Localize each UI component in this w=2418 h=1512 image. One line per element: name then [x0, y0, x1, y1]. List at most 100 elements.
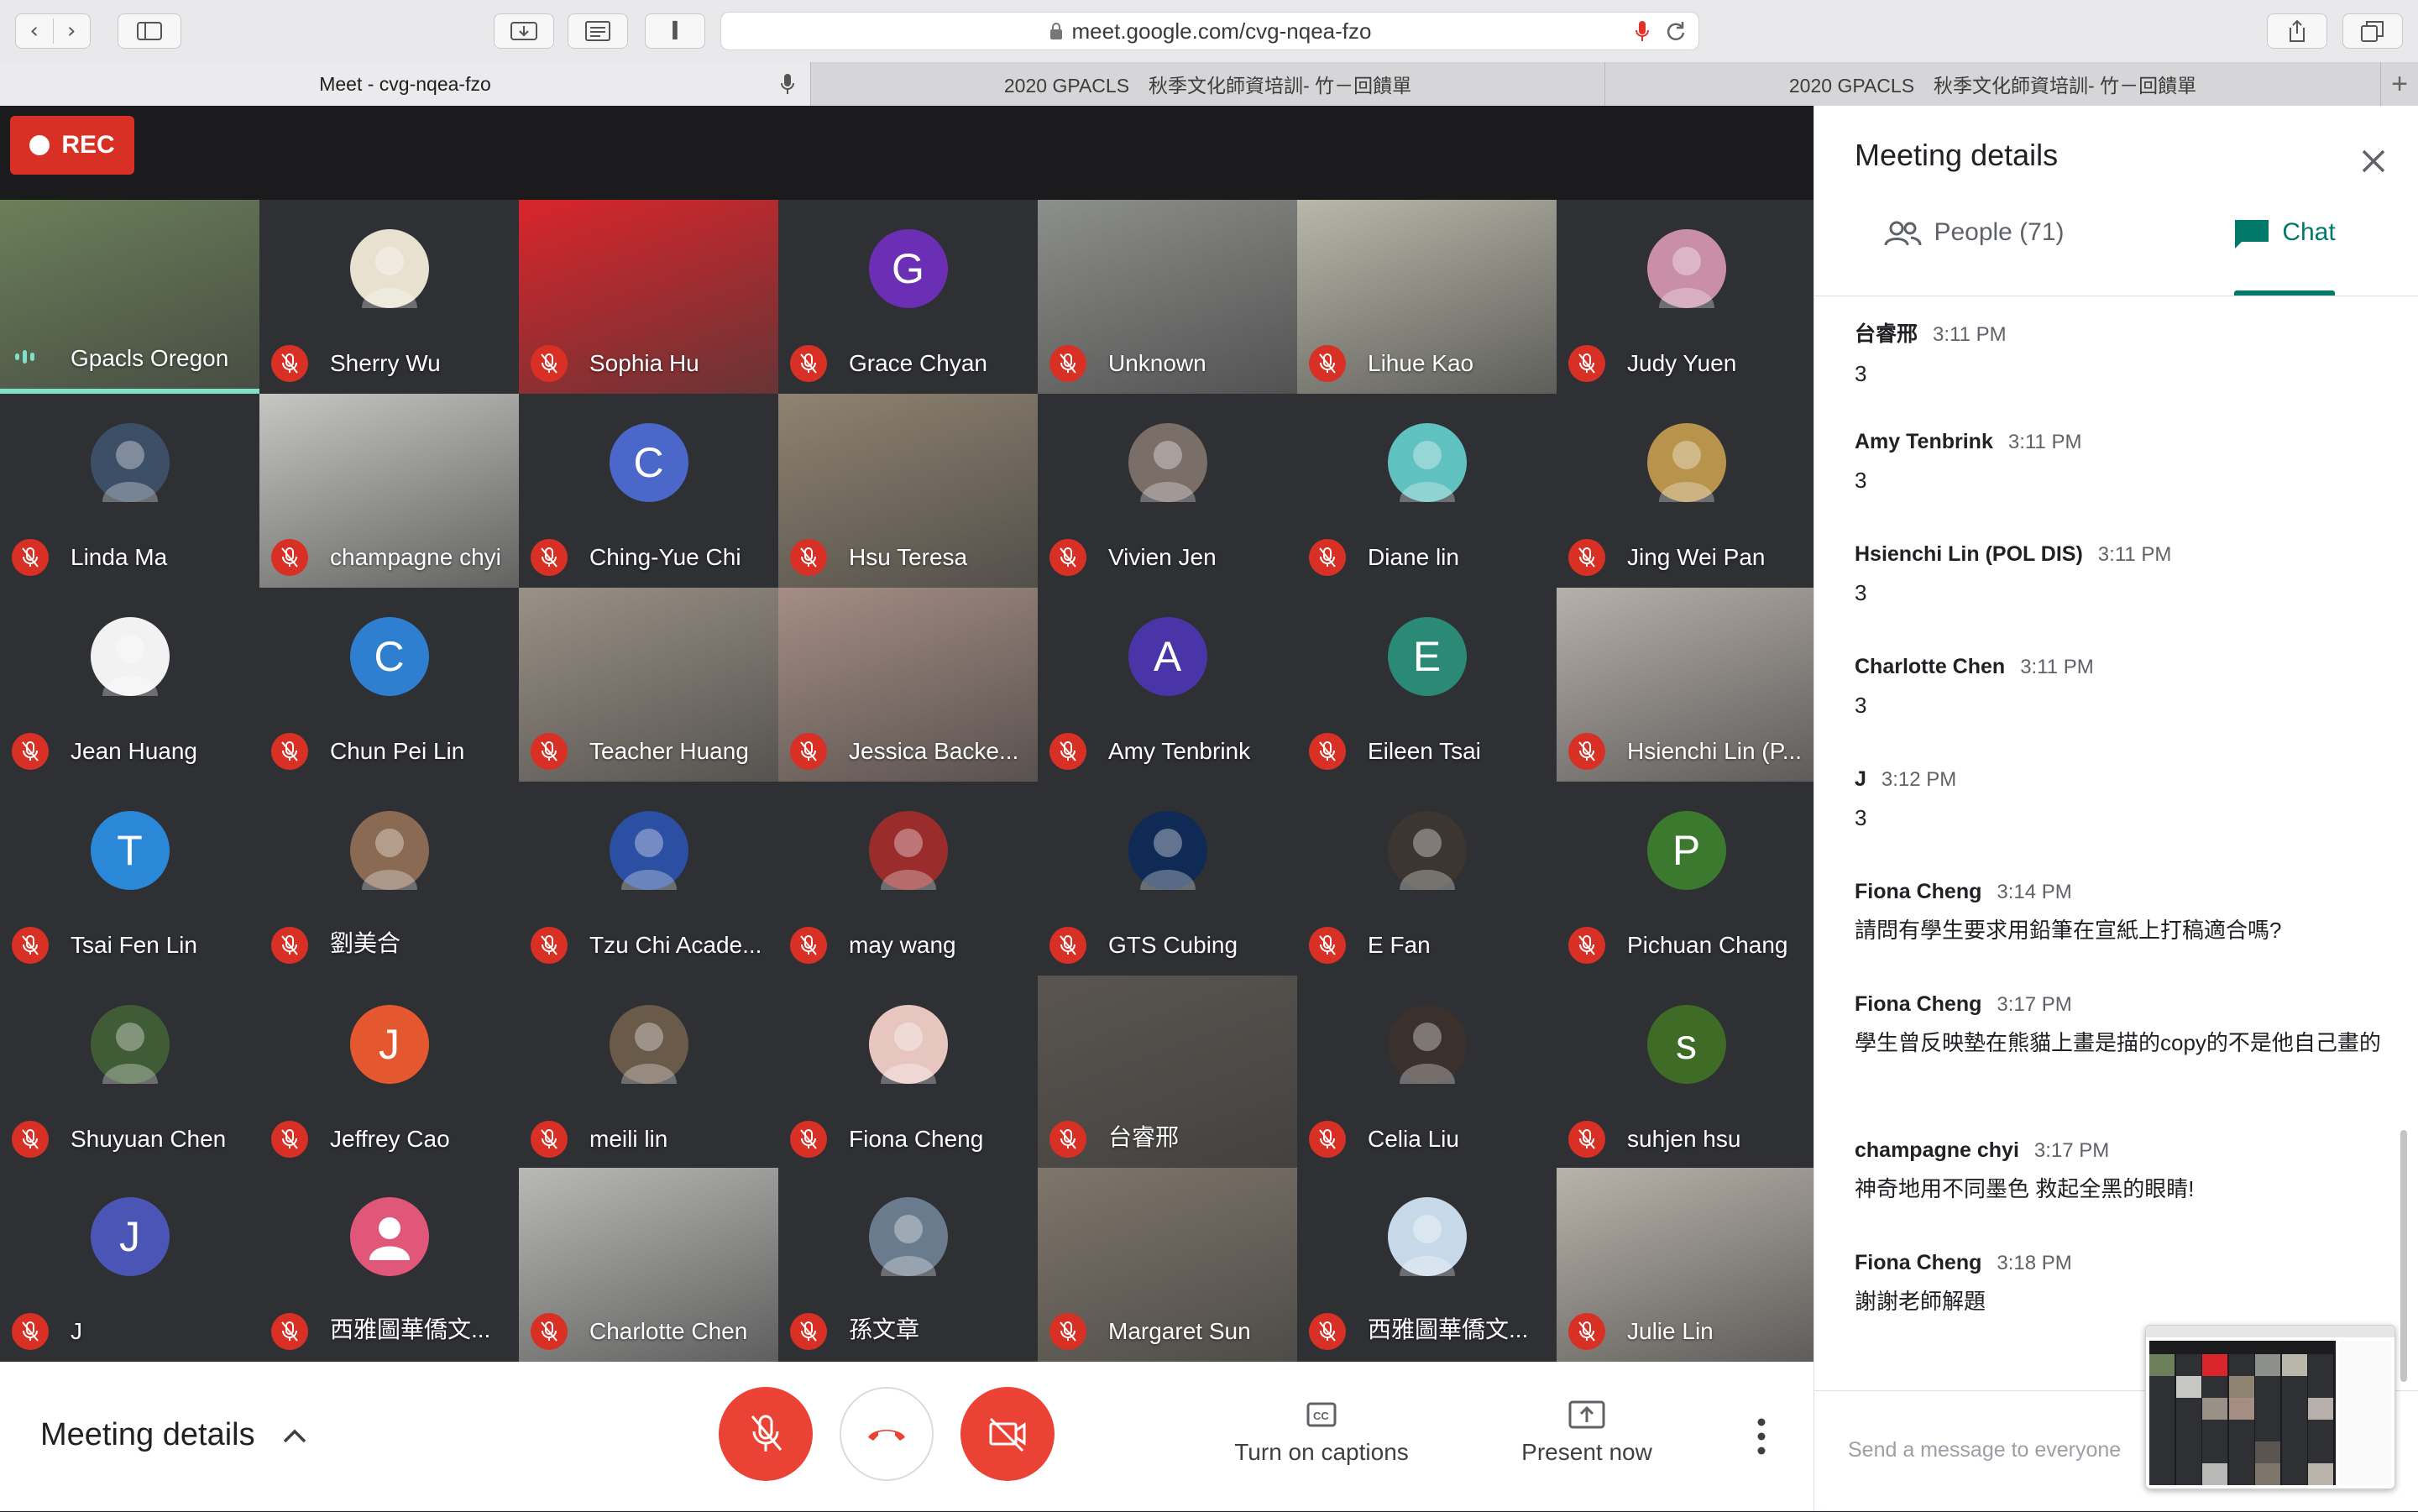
muted-mic-badge [790, 1313, 827, 1350]
participant-tile[interactable]: Teacher Huang [519, 588, 778, 782]
participant-tile[interactable]: P Pichuan Chang [1557, 782, 1816, 976]
camera-toggle-button[interactable] [960, 1387, 1055, 1481]
participant-tile[interactable]: C Chun Pei Lin [259, 588, 519, 782]
tab-audio-mic-icon[interactable] [781, 73, 794, 95]
chat-message: Fiona Cheng 3:14 PM 請問有學生要求用鉛筆在宣紙上打稿適合嗎? [1855, 880, 2384, 946]
tab-feedback-1[interactable]: 2020 GPACLS 秋季文化師資培訓- 竹－回饋單 [811, 62, 1605, 106]
participant-tile[interactable]: Sophia Hu [519, 200, 778, 394]
sidebar-toggle-button[interactable] [118, 13, 181, 49]
participant-tile[interactable]: GTS Cubing [1038, 782, 1297, 976]
text-cursor-button[interactable]: I [645, 13, 705, 49]
participant-tile[interactable]: Vivien Jen [1038, 394, 1297, 588]
participant-tile[interactable]: 西雅圖華僑文... [1297, 1168, 1557, 1362]
muted-mic-badge [531, 1313, 568, 1350]
participant-name: Ching-Yue Chi [589, 544, 741, 570]
tab-meet[interactable]: Meet - cvg-nqea-fzo [0, 62, 811, 106]
participant-tile[interactable]: Celia Liu [1297, 976, 1557, 1169]
participant-tile[interactable]: meili lin [519, 976, 778, 1169]
chat-text: 請問有學生要求用鉛筆在宣紙上打稿適合嗎? [1855, 918, 2282, 943]
participant-tile[interactable]: Sherry Wu [259, 200, 519, 394]
participant-tile[interactable]: E Eileen Tsai [1297, 588, 1557, 782]
participant-tile[interactable]: C Ching-Yue Chi [519, 394, 778, 588]
reading-list-button[interactable] [494, 13, 554, 49]
mic-off-icon [751, 1415, 782, 1452]
participant-tile[interactable]: 西雅圖華僑文... [259, 1168, 519, 1362]
close-icon [2362, 149, 2385, 173]
microphone-icon[interactable] [1635, 19, 1650, 43]
chat-timestamp: 3:11 PM [2097, 543, 2172, 566]
tab-feedback-2[interactable]: 2020 GPACLS 秋季文化師資培訓- 竹－回饋單 [1605, 62, 2381, 106]
mic-muted-icon [541, 353, 557, 374]
chat-message-input[interactable]: Send a message to everyone [1848, 1438, 2121, 1462]
tab-chat[interactable]: Chat [2175, 218, 2394, 296]
share-button[interactable] [2267, 13, 2327, 49]
captions-button[interactable]: CC Turn on captions [1221, 1390, 1422, 1491]
participant-tile[interactable]: Charlotte Chen [519, 1168, 778, 1362]
chat-scrollbar[interactable] [2400, 1130, 2407, 1382]
close-panel-button[interactable] [2353, 141, 2394, 181]
thumb-tile [2281, 1398, 2307, 1420]
address-bar[interactable]: meet.google.com/cvg-nqea-fzo [720, 12, 1699, 50]
participant-tile[interactable]: Julie Lin [1557, 1168, 1816, 1362]
participant-tile[interactable]: Diane lin [1297, 394, 1557, 588]
more-options-button[interactable] [1751, 1415, 1772, 1457]
forward-icon[interactable]: › [53, 18, 90, 44]
participant-avatar: C [609, 423, 688, 502]
chat-timestamp: 3:11 PM [2007, 431, 2082, 453]
tab-people[interactable]: People (71) [1848, 218, 2100, 296]
participant-tile[interactable]: 台睿邢 [1038, 976, 1297, 1169]
participant-avatar: J [90, 1197, 170, 1276]
back-icon[interactable]: ‹ [16, 18, 53, 44]
mic-muted-icon [541, 1321, 557, 1342]
participant-tile[interactable]: Margaret Sun [1038, 1168, 1297, 1362]
participant-tile[interactable]: Jessica Backe... [778, 588, 1038, 782]
participant-tile[interactable]: G Grace Chyan [778, 200, 1038, 394]
participant-tile[interactable]: T Tsai Fen Lin [0, 782, 259, 976]
participant-tile[interactable]: Gpacls Oregon [0, 200, 259, 394]
mic-muted-icon [541, 547, 557, 568]
mic-muted-icon [541, 935, 557, 955]
participant-tile[interactable]: 劉美合 [259, 782, 519, 976]
participant-tile[interactable]: JJ [0, 1168, 259, 1362]
muted-mic-badge [1568, 733, 1605, 770]
participant-tile[interactable]: Jean Huang [0, 588, 259, 782]
participant-tile[interactable]: Unknown [1038, 200, 1297, 394]
participant-tile[interactable]: J Jeffrey Cao [259, 976, 519, 1169]
participant-tile[interactable]: E Fan [1297, 782, 1557, 976]
microphone-toggle-button[interactable] [719, 1387, 813, 1481]
present-now-button[interactable]: Present now [1486, 1390, 1688, 1491]
thumb-tile [2308, 1420, 2333, 1441]
participant-tile[interactable]: Lihue Kao [1297, 200, 1557, 394]
participant-tile[interactable]: s suhjen hsu [1557, 976, 1816, 1169]
participant-tile[interactable]: Shuyuan Chen [0, 976, 259, 1169]
profile-photo-icon [1139, 441, 1196, 502]
screenshot-preview-thumbnail[interactable] [2145, 1325, 2395, 1489]
participant-tile[interactable]: champagne chyi [259, 394, 519, 588]
participant-tile[interactable]: Hsu Teresa [778, 394, 1038, 588]
reader-button[interactable] [568, 13, 628, 49]
participant-tile[interactable]: Fiona Cheng [778, 976, 1038, 1169]
leave-call-button[interactable] [840, 1387, 934, 1481]
participant-name: Eileen Tsai [1368, 738, 1481, 764]
participant-tile[interactable]: Jing Wei Pan [1557, 394, 1816, 588]
mic-muted-icon [1319, 935, 1336, 955]
muted-mic-badge [1568, 927, 1605, 964]
meeting-details-toggle[interactable]: Meeting details [40, 1417, 307, 1453]
participant-tile[interactable]: 孫文章 [778, 1168, 1038, 1362]
participant-tile[interactable]: A Amy Tenbrink [1038, 588, 1297, 782]
participant-tile[interactable]: Linda Ma [0, 394, 259, 588]
participant-name: Chun Pei Lin [330, 738, 465, 764]
tab-overview-button[interactable] [2342, 13, 2403, 49]
participant-tile[interactable]: may wang [778, 782, 1038, 976]
thumb-tile [2149, 1463, 2175, 1485]
participant-name: Jean Huang [71, 738, 198, 764]
reload-icon[interactable] [1665, 20, 1687, 42]
new-tab-button[interactable]: + [2381, 62, 2418, 106]
participant-tile[interactable]: Hsienchi Lin (P... [1557, 588, 1816, 782]
participant-name: Julie Lin [1627, 1318, 1714, 1344]
sidebar-icon [137, 22, 162, 40]
participant-tile[interactable]: Judy Yuen [1557, 200, 1816, 394]
participant-tile[interactable]: Tzu Chi Acade... [519, 782, 778, 976]
panel-title: Meeting details [1855, 138, 2059, 172]
mic-muted-icon [1578, 1321, 1595, 1342]
